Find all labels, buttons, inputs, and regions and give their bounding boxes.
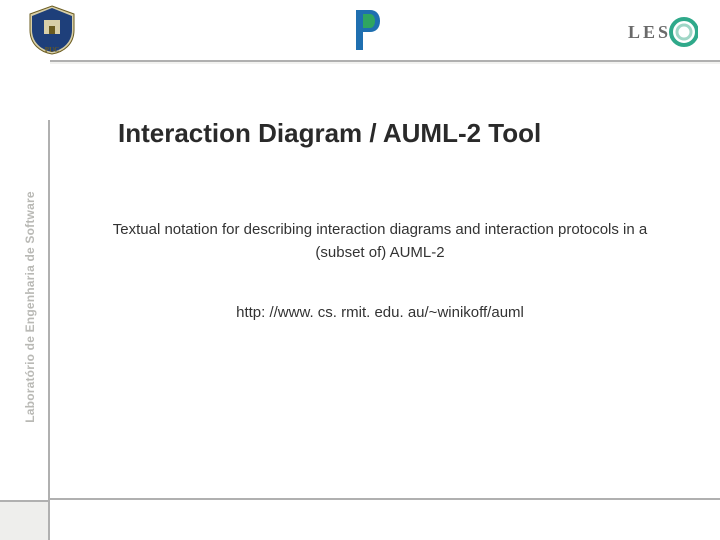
center-mark-logo bbox=[350, 8, 382, 52]
puc-rio-logo: PUC bbox=[22, 4, 82, 56]
footer-corner-block bbox=[0, 500, 50, 540]
svg-text:PUC: PUC bbox=[45, 46, 59, 54]
description-text: Textual notation for describing interact… bbox=[70, 219, 690, 264]
header-divider bbox=[50, 60, 720, 62]
sidebar-top-gap bbox=[0, 60, 50, 120]
header-bar: PUC LES bbox=[0, 0, 720, 60]
content-area: Interaction Diagram / AUML-2 Tool Textua… bbox=[70, 80, 690, 480]
les-logo-icon: LES bbox=[626, 14, 698, 50]
svg-text:LES: LES bbox=[628, 22, 671, 42]
footer-bar bbox=[0, 500, 720, 540]
sidebar-label: Laboratório de Engenharia de Software bbox=[23, 157, 37, 457]
les-logo: LES bbox=[626, 14, 698, 50]
p-mark-icon bbox=[350, 8, 382, 52]
page-title: Interaction Diagram / AUML-2 Tool bbox=[70, 118, 690, 149]
reference-url: http: //www. cs. rmit. edu. au/~winikoff… bbox=[70, 304, 690, 321]
slide: PUC LES Laboratório de Engenharia de Sof… bbox=[0, 0, 720, 540]
crest-icon: PUC bbox=[22, 4, 82, 56]
